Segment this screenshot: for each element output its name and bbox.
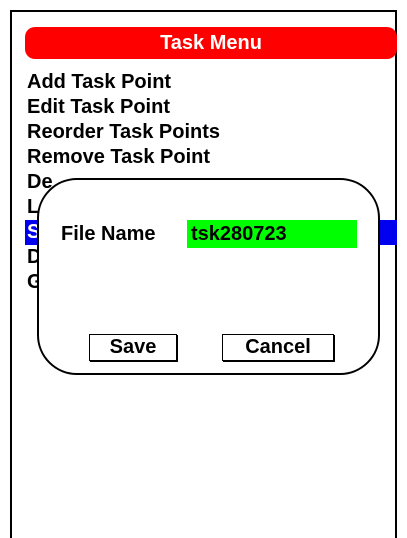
cancel-button[interactable]: Cancel [222, 334, 334, 361]
file-name-label: File Name [61, 223, 156, 245]
menu-item-edit-task-point[interactable]: Edit Task Point [25, 95, 397, 120]
menu-item-remove-task-point[interactable]: Remove Task Point [25, 145, 397, 170]
page-title: Task Menu [25, 27, 397, 59]
file-name-input[interactable] [187, 220, 357, 248]
save-button[interactable]: Save [89, 334, 177, 361]
menu-item-reorder-task-points[interactable]: Reorder Task Points [25, 120, 397, 145]
menu-item-add-task-point[interactable]: Add Task Point [25, 70, 397, 95]
save-file-dialog: File Name Save Cancel [37, 178, 380, 375]
